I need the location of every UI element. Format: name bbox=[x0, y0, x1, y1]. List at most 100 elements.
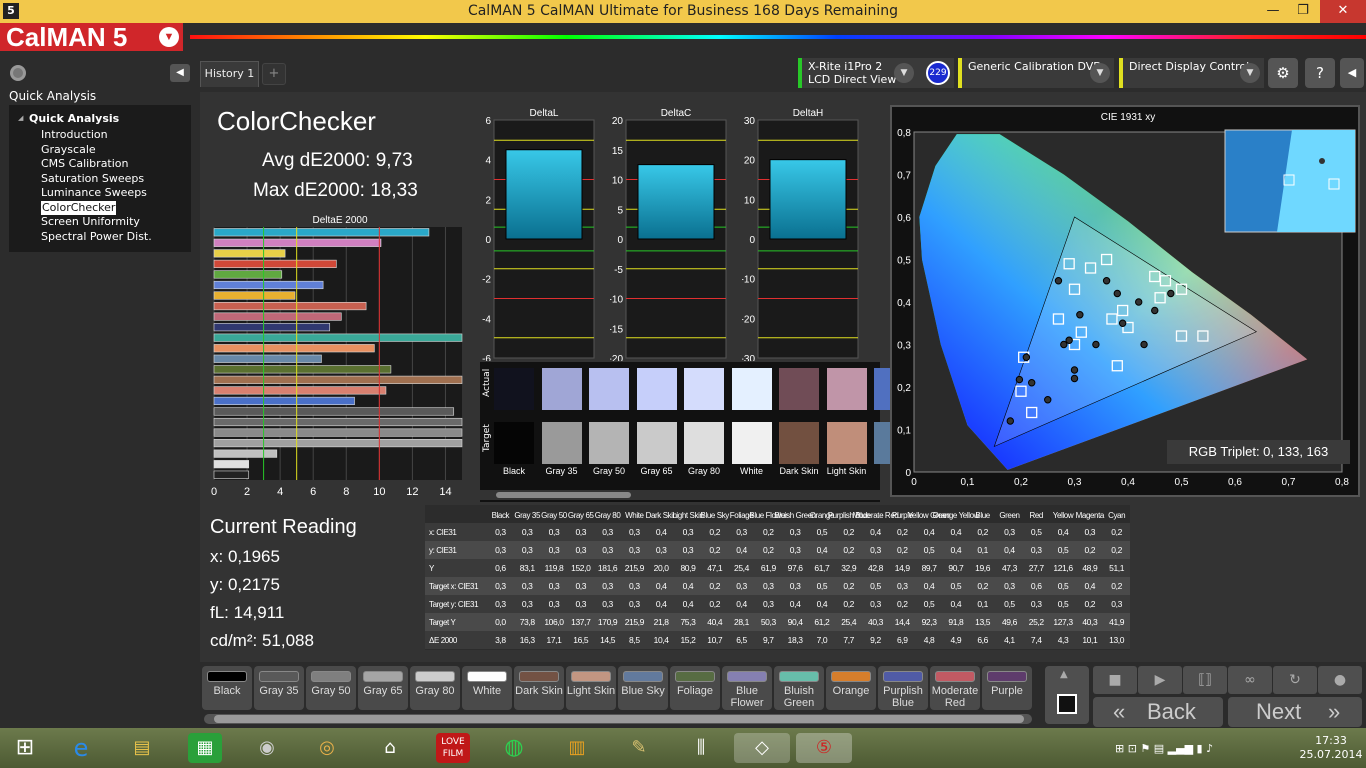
table-cell: 0,2 bbox=[977, 581, 988, 591]
media-app-icon[interactable]: ◎ bbox=[310, 733, 344, 763]
stop-button[interactable]: ■ bbox=[1093, 666, 1137, 694]
sidebar-item-screen-uniformity[interactable]: Screen Uniformity bbox=[41, 215, 140, 229]
x-tick-label: 0,3 bbox=[1068, 477, 1082, 488]
sidebar-item-cms-calibration[interactable]: CMS Calibration bbox=[41, 157, 129, 171]
swatch-button-gray-50[interactable]: Gray 50 bbox=[306, 666, 356, 710]
store-icon[interactable]: ▦ bbox=[188, 733, 222, 763]
sidebar-item-saturation-sweeps[interactable]: Saturation Sweeps bbox=[41, 172, 144, 186]
tab-history-1[interactable]: History 1 bbox=[200, 61, 259, 87]
help-button[interactable]: ? bbox=[1305, 58, 1335, 88]
calman-taskbar-icon[interactable]: ⑤ bbox=[796, 733, 852, 763]
chevron-down-icon[interactable]: ▼ bbox=[1090, 63, 1110, 83]
swatch-button-purplish-blue[interactable]: Purplish Blue bbox=[878, 666, 928, 710]
swatch-button-gray-80[interactable]: Gray 80 bbox=[410, 666, 460, 710]
display-selector[interactable]: Direct Display Control ▼ bbox=[1119, 58, 1264, 88]
table-cell: 0,5 bbox=[870, 581, 881, 591]
chevron-down-icon[interactable]: ▼ bbox=[894, 63, 914, 83]
refresh-icon: ↻ bbox=[1289, 672, 1301, 688]
back-button[interactable]: « Back bbox=[1093, 697, 1223, 727]
sidebar-item-introduction[interactable]: Introduction bbox=[41, 128, 108, 142]
source-selector[interactable]: Generic Calibration DVD ▼ bbox=[958, 58, 1114, 88]
tree-group[interactable]: Quick Analysis bbox=[29, 112, 119, 125]
swatch-button-dark-skin[interactable]: Dark Skin bbox=[514, 666, 564, 710]
swatch-button-black[interactable]: Black bbox=[202, 666, 252, 710]
minimize-button[interactable]: — bbox=[1258, 0, 1288, 23]
record-button[interactable]: ● bbox=[1318, 666, 1362, 694]
play-button[interactable]: ▶ bbox=[1138, 666, 1182, 694]
swatch-button-bluish-green[interactable]: Bluish Green bbox=[774, 666, 824, 710]
actual-point bbox=[1319, 158, 1325, 164]
current-reading-title: Current Reading bbox=[210, 516, 357, 538]
settings-button[interactable]: ⚙ bbox=[1268, 58, 1298, 88]
actual-point bbox=[1092, 340, 1100, 349]
internet-explorer-icon[interactable]: e bbox=[64, 733, 98, 763]
actual-swatch bbox=[589, 368, 629, 410]
expand-icon[interactable]: ◢ bbox=[18, 114, 23, 122]
row-label: Target y: CIE31 bbox=[429, 600, 479, 609]
swatch-button-light-skin[interactable]: Light Skin bbox=[566, 666, 616, 710]
refresh-button[interactable]: ↻ bbox=[1273, 666, 1317, 694]
calibration-app-icon[interactable]: ◇ bbox=[734, 733, 790, 763]
collapse-panel-button[interactable]: ◀ bbox=[170, 64, 190, 82]
home-icon[interactable]: ⌂ bbox=[373, 733, 407, 763]
clock[interactable]: 17:33 25.07.2014 bbox=[1296, 734, 1366, 762]
equalizer-icon[interactable]: ⫼ bbox=[684, 733, 718, 763]
actual-point bbox=[1070, 374, 1079, 383]
swatch-button-blue-flower[interactable]: Blue Flower bbox=[722, 666, 772, 710]
chart-title: DeltaC bbox=[661, 108, 692, 119]
collapse-right-button[interactable]: ◀ bbox=[1340, 58, 1364, 88]
sidebar-item-grayscale[interactable]: Grayscale bbox=[41, 143, 96, 157]
paint-icon[interactable]: ✎ bbox=[622, 733, 656, 763]
table-cell: 10,1 bbox=[1082, 635, 1098, 645]
stop-read-button[interactable]: ▲ bbox=[1045, 666, 1089, 724]
next-button[interactable]: Next » bbox=[1228, 697, 1362, 727]
y-tick-label: 5 bbox=[617, 205, 623, 216]
start-windows-icon[interactable]: ⊞ bbox=[8, 733, 42, 763]
tray-icons[interactable]: ⊞ ⊡ ⚑ ▤ ▂▄▆ ▮ ♪ bbox=[1115, 742, 1213, 755]
table-cell: 0,4 bbox=[817, 599, 828, 609]
chevron-down-icon[interactable]: ▼ bbox=[1240, 63, 1260, 83]
actual-swatch bbox=[731, 368, 772, 410]
scroll-thumb[interactable] bbox=[214, 715, 1024, 723]
swatch-button-blue-sky[interactable]: Blue Sky bbox=[618, 666, 668, 710]
y-tick-label: -15 bbox=[610, 324, 623, 335]
swatch-button-gray-65[interactable]: Gray 65 bbox=[358, 666, 408, 710]
swatch-button-foliage[interactable]: Foliage bbox=[670, 666, 720, 710]
swatch-button-white[interactable]: White bbox=[462, 666, 512, 710]
sidebar-item-spectral-power-dist[interactable]: Spectral Power Dist. bbox=[41, 230, 152, 244]
swatch-button-orange[interactable]: Orange bbox=[826, 666, 876, 710]
swatch-button-moderate-red[interactable]: Moderate Red bbox=[930, 666, 980, 710]
sidebar-item-colorchecker[interactable]: ColorChecker bbox=[41, 200, 117, 215]
speaker-app-icon[interactable]: ◉ bbox=[250, 733, 284, 763]
spotify-icon[interactable]: ◍ bbox=[497, 733, 531, 763]
table-cell: 0,4 bbox=[736, 599, 747, 609]
table-cell: 4,8 bbox=[924, 635, 935, 645]
notes-icon[interactable]: ▥ bbox=[560, 733, 594, 763]
close-button[interactable]: ✕ bbox=[1320, 0, 1366, 23]
file-explorer-icon[interactable]: ▤ bbox=[125, 733, 159, 763]
swatch-scrollbar[interactable] bbox=[480, 490, 880, 500]
add-tab-button[interactable]: + bbox=[262, 63, 286, 85]
swatch-label: Gray 50 bbox=[592, 466, 625, 476]
meter-selector[interactable]: X-Rite i1Pro 2 LCD Direct View ▼ 229 bbox=[798, 58, 954, 88]
lovefilm-icon[interactable]: LOVE FILM bbox=[436, 733, 470, 763]
swatch-button-purple[interactable]: Purple bbox=[982, 666, 1032, 710]
calman-logo-menu[interactable]: CalMAN 5 ▼ bbox=[0, 23, 183, 51]
column-header: Cyan bbox=[1108, 511, 1125, 520]
swatch-button-gray-35[interactable]: Gray 35 bbox=[254, 666, 304, 710]
continuous-button[interactable]: ∞ bbox=[1228, 666, 1272, 694]
page-title: ColorChecker bbox=[217, 106, 376, 136]
table-cell: 27,7 bbox=[1029, 563, 1045, 573]
swatch-scrollbar[interactable] bbox=[204, 714, 1032, 724]
read-series-button[interactable]: ⟦⟧ bbox=[1183, 666, 1227, 694]
scroll-thumb[interactable] bbox=[496, 492, 631, 498]
table-cell: 0,3 bbox=[870, 599, 881, 609]
radio-icon[interactable] bbox=[10, 65, 26, 81]
maximize-button[interactable]: ❐ bbox=[1288, 0, 1318, 23]
bar-light-skin bbox=[213, 396, 355, 406]
color-chip bbox=[987, 671, 1027, 682]
table-cell: 0,2 bbox=[1085, 545, 1096, 555]
y-tick-label: 10 bbox=[744, 195, 756, 206]
y-tick-label: 0,7 bbox=[897, 171, 911, 182]
sidebar-item-luminance-sweeps[interactable]: Luminance Sweeps bbox=[41, 186, 147, 200]
